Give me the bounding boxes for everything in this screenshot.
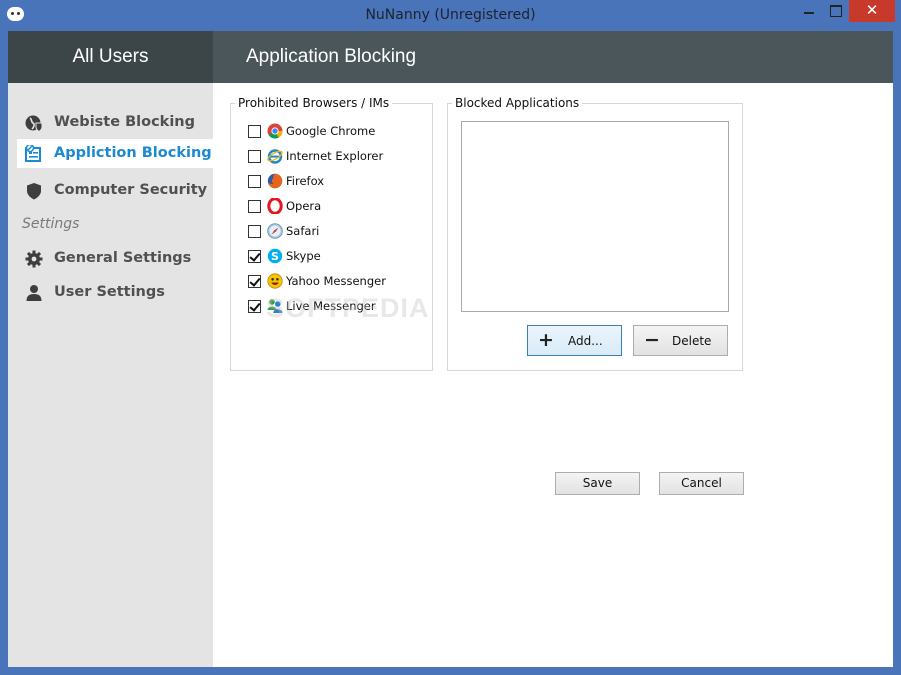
title-bar[interactable]: NuNanny (Unregistered) ✕ bbox=[0, 0, 901, 31]
sidebar-item-label: Appliction Blocking bbox=[54, 145, 212, 161]
checkbox[interactable] bbox=[248, 300, 261, 313]
globe-shield-icon bbox=[25, 115, 43, 132]
checkbox[interactable] bbox=[248, 275, 261, 288]
group-title: Prohibited Browsers / IMs bbox=[235, 96, 393, 110]
sidebar-item-label: Webiste Blocking bbox=[54, 114, 195, 130]
minus-icon: − bbox=[644, 329, 660, 351]
sidebar-item-computer-security[interactable]: Computer Security bbox=[17, 176, 213, 205]
gear-icon bbox=[25, 250, 43, 268]
page-header: All Users Application Blocking bbox=[8, 31, 893, 83]
sidebar-item-general-settings[interactable]: General Settings bbox=[17, 244, 213, 273]
browser-label: Internet Explorer bbox=[286, 149, 384, 163]
client-area: All Users Application Blocking Webiste B… bbox=[8, 31, 893, 667]
maximize-button[interactable] bbox=[822, 0, 849, 22]
cancel-button[interactable]: Cancel bbox=[659, 472, 744, 495]
safari-icon bbox=[267, 223, 283, 239]
checkbox[interactable] bbox=[248, 225, 261, 238]
close-button[interactable]: ✕ bbox=[849, 0, 895, 22]
im-label: Yahoo Messenger bbox=[286, 274, 386, 288]
opera-icon bbox=[267, 198, 283, 214]
plus-icon: + bbox=[538, 329, 554, 351]
user-scope-label: All Users bbox=[72, 46, 149, 67]
minimize-button[interactable] bbox=[795, 0, 822, 22]
ie-icon bbox=[267, 149, 283, 164]
sidebar: Webiste Blocking Appliction Blocking Com… bbox=[8, 83, 213, 667]
user-selector[interactable]: All Users bbox=[8, 31, 213, 83]
save-button[interactable]: Save bbox=[555, 472, 640, 495]
svg-text:S: S bbox=[271, 250, 279, 263]
app-block-icon bbox=[25, 145, 41, 162]
sidebar-item-label: General Settings bbox=[54, 250, 192, 266]
user-icon bbox=[26, 285, 42, 301]
checkbox[interactable] bbox=[248, 250, 261, 263]
skype-icon: S bbox=[267, 248, 283, 264]
settings-section-label: Settings bbox=[22, 216, 80, 232]
yahoo-messenger-icon bbox=[267, 273, 283, 289]
checkbox[interactable] bbox=[248, 200, 261, 213]
im-label: Skype bbox=[286, 249, 321, 263]
sidebar-item-label: Computer Security bbox=[54, 182, 208, 198]
checkbox[interactable] bbox=[248, 150, 261, 163]
prohibited-browsers-group: Prohibited Browsers / IMs Google Chrome bbox=[230, 96, 433, 371]
group-title: Blocked Applications bbox=[452, 96, 583, 110]
softpedia-watermark: SOFTPEDIA bbox=[266, 293, 430, 323]
blocked-applications-group: Blocked Applications + Add... − Delete bbox=[447, 96, 743, 371]
sidebar-item-application-blocking[interactable]: Appliction Blocking bbox=[17, 139, 213, 168]
button-label: Delete bbox=[672, 334, 712, 348]
sidebar-item-user-settings[interactable]: User Settings bbox=[17, 278, 213, 307]
checkbox[interactable] bbox=[248, 125, 261, 138]
firefox-icon bbox=[267, 173, 283, 189]
sidebar-item-website-blocking[interactable]: Webiste Blocking bbox=[17, 108, 213, 137]
chrome-icon bbox=[267, 123, 283, 139]
checkbox[interactable] bbox=[248, 175, 261, 188]
browser-label: Google Chrome bbox=[286, 124, 376, 138]
page-title: Application Blocking bbox=[246, 46, 417, 67]
shield-icon bbox=[27, 183, 41, 200]
button-label: Add... bbox=[568, 334, 603, 348]
browser-label: Safari bbox=[286, 224, 320, 238]
window-title: NuNanny (Unregistered) bbox=[365, 7, 536, 23]
browser-label: Firefox bbox=[286, 174, 325, 188]
browser-label: Opera bbox=[286, 199, 322, 213]
delete-application-button[interactable]: − Delete bbox=[633, 325, 728, 356]
app-window: NuNanny (Unregistered) ✕ All Users Appli… bbox=[0, 0, 901, 675]
add-application-button[interactable]: + Add... bbox=[527, 325, 622, 356]
blocked-applications-list[interactable] bbox=[461, 121, 729, 312]
sidebar-item-label: User Settings bbox=[54, 284, 165, 300]
